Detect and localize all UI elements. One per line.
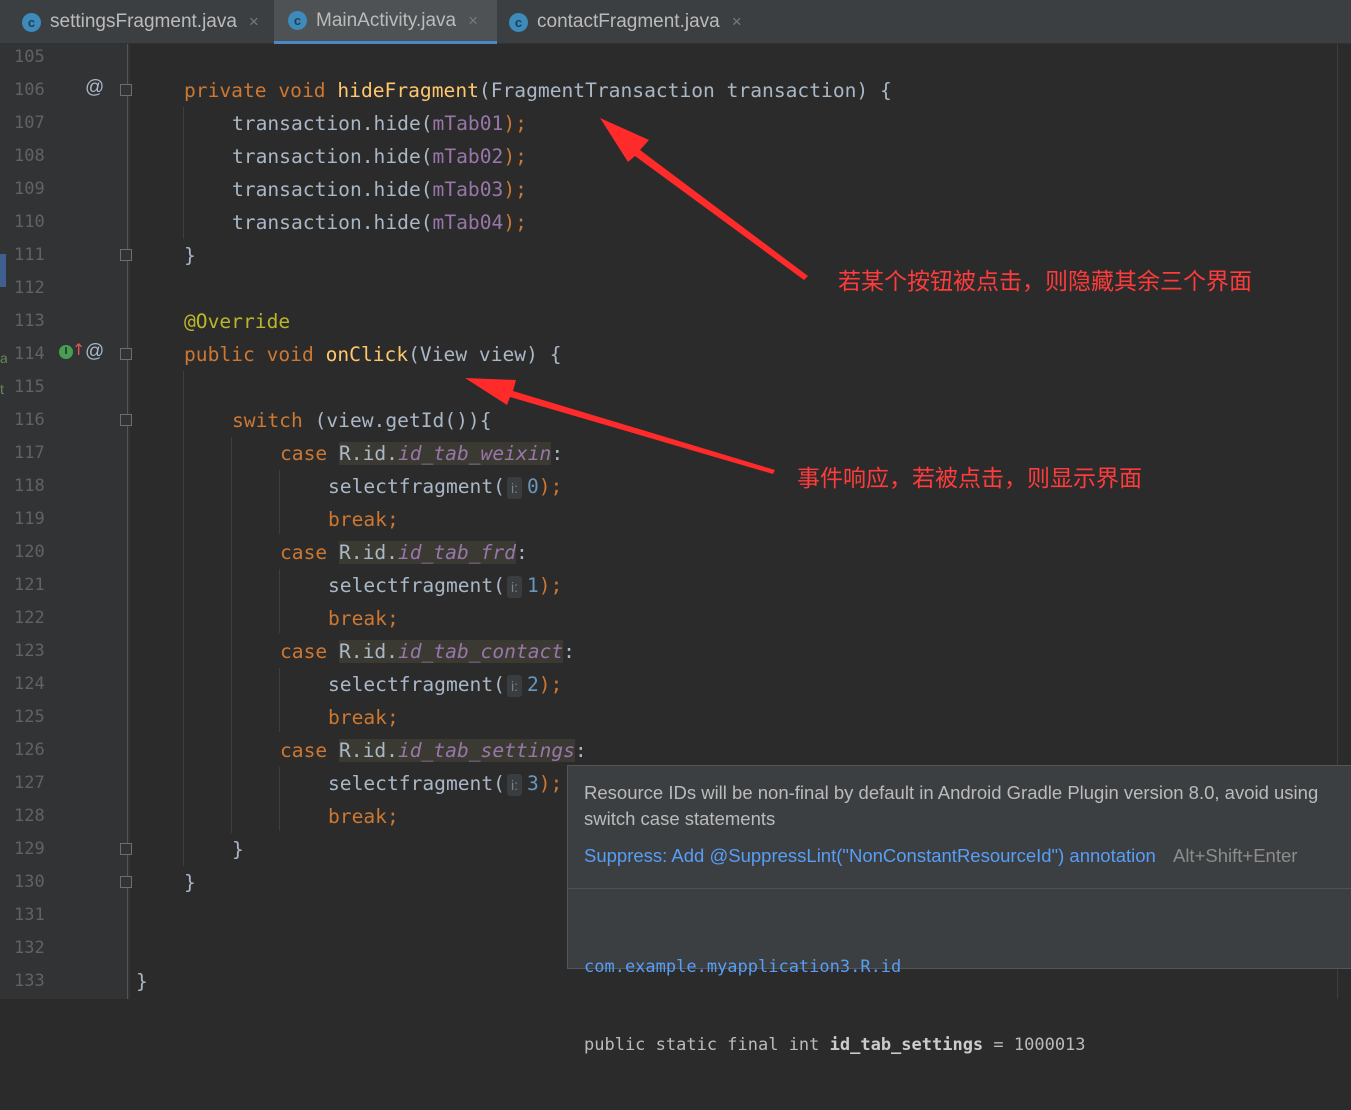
- declaration-package-link[interactable]: com.example.myapplication3.R.id: [584, 954, 1086, 980]
- suppress-lint-link[interactable]: Suppress: Add @SuppressLint("NonConstant…: [584, 845, 1156, 866]
- hide-annotation: 若某个按钮被点击，则隐藏其余三个界面: [838, 268, 1252, 294]
- shortcut-hint: Alt+Shift+Enter: [1172, 845, 1298, 866]
- arrow-to-onclick: [465, 378, 775, 474]
- declaration-info: com.example.myapplication3.R.id public s…: [584, 902, 1086, 1110]
- inspection-popup: Resource IDs will be non-final by defaul…: [567, 765, 1351, 1055]
- declaration-signature: public static final int id_tab_settings …: [584, 1035, 1086, 1055]
- quick-fix-row: Suppress: Add @SuppressLint("NonConstant…: [584, 845, 1297, 867]
- arrow-to-hide-block: [600, 118, 808, 280]
- click-annotation: 事件响应，若被点击，则显示界面: [797, 465, 1142, 491]
- popup-divider: [568, 888, 1351, 889]
- inspection-message: Resource IDs will be non-final by defaul…: [584, 782, 1319, 829]
